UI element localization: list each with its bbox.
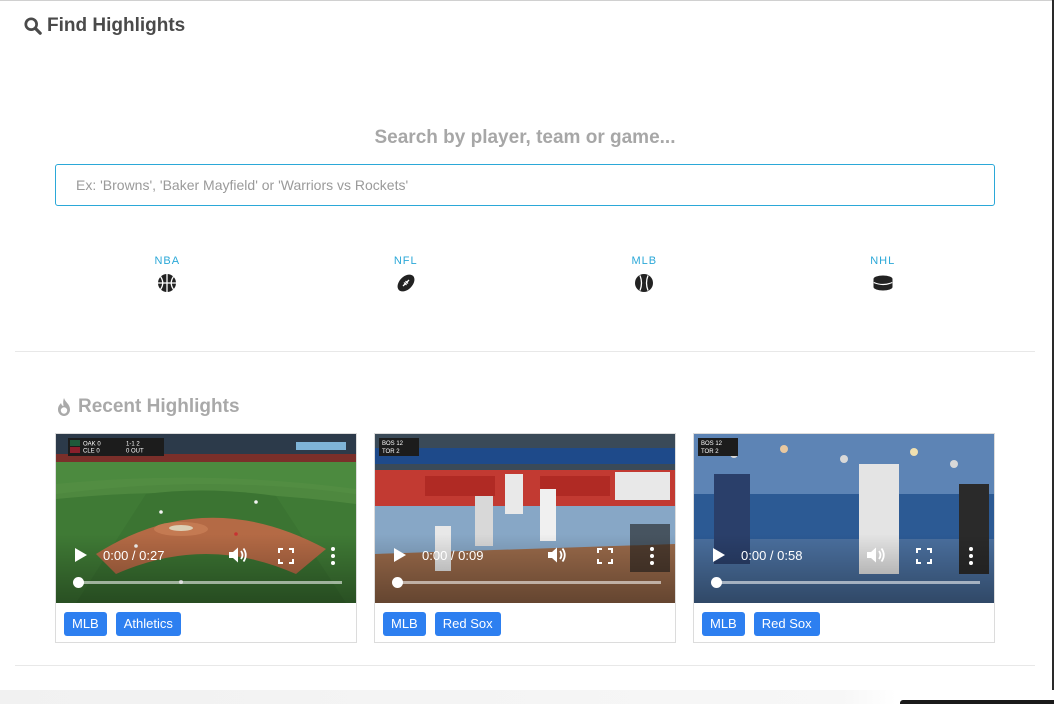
tag-league[interactable]: MLB bbox=[702, 612, 745, 636]
fullscreen-icon[interactable] bbox=[916, 548, 932, 564]
league-label: MLB bbox=[631, 255, 658, 267]
volume-icon[interactable] bbox=[228, 546, 248, 564]
svg-text:OAK 0: OAK 0 bbox=[83, 442, 101, 448]
play-icon[interactable] bbox=[712, 547, 726, 563]
tag-league[interactable]: MLB bbox=[383, 612, 426, 636]
progress-knob[interactable] bbox=[711, 577, 722, 588]
search-prompt: Search by player, team or game... bbox=[374, 127, 676, 148]
svg-text:BOS 12: BOS 12 bbox=[701, 441, 723, 447]
video-progress-bar[interactable] bbox=[392, 577, 661, 588]
league-label: NHL bbox=[870, 255, 896, 267]
svg-text:1-1 2: 1-1 2 bbox=[126, 442, 140, 448]
search-box bbox=[55, 164, 995, 206]
horizontal-scrollbar[interactable] bbox=[0, 690, 1054, 704]
league-mlb[interactable]: MLB bbox=[525, 255, 764, 293]
card-tags: MLB Red Sox bbox=[375, 603, 675, 636]
more-options-icon[interactable] bbox=[649, 546, 655, 566]
progress-knob[interactable] bbox=[392, 577, 403, 588]
tag-team[interactable]: Red Sox bbox=[753, 612, 820, 636]
fire-icon bbox=[58, 398, 70, 416]
section-divider bbox=[15, 665, 1035, 666]
play-icon[interactable] bbox=[74, 547, 88, 563]
hockey-puck-icon bbox=[873, 275, 893, 291]
video-controls: 0:00 / 0:09 bbox=[375, 534, 675, 603]
baseball-icon bbox=[635, 274, 654, 292]
league-nba[interactable]: NBA bbox=[48, 255, 287, 293]
video-progress-bar[interactable] bbox=[73, 577, 342, 588]
section-title: Recent Highlights bbox=[78, 396, 240, 417]
more-options-icon[interactable] bbox=[968, 546, 974, 566]
fullscreen-icon[interactable] bbox=[597, 548, 613, 564]
video-player[interactable]: OAK 0 CLE 0 1-1 2 0 OUT 0:00 / 0:27 bbox=[56, 434, 356, 603]
svg-text:BOS 12: BOS 12 bbox=[382, 441, 404, 447]
league-nhl[interactable]: NHL bbox=[764, 255, 1003, 293]
football-icon bbox=[397, 274, 415, 292]
video-controls: 0:00 / 0:27 bbox=[56, 534, 356, 603]
progress-knob[interactable] bbox=[73, 577, 84, 588]
highlight-card: OAK 0 CLE 0 1-1 2 0 OUT 0:00 / 0:27 MLB … bbox=[55, 433, 357, 643]
highlight-cards: OAK 0 CLE 0 1-1 2 0 OUT 0:00 / 0:27 MLB … bbox=[55, 433, 995, 643]
video-player[interactable]: BOS 12 TOR 2 0:00 / 0:58 bbox=[694, 434, 994, 603]
more-options-icon[interactable] bbox=[330, 546, 336, 566]
svg-text:0 OUT: 0 OUT bbox=[126, 449, 144, 455]
recent-highlights-header: Recent Highlights bbox=[55, 396, 240, 418]
highlight-card: BOS 12 TOR 2 0:00 / 0:58 MLB Red Sox bbox=[693, 433, 995, 643]
card-tags: MLB Athletics bbox=[56, 603, 356, 636]
svg-text:TOR 2: TOR 2 bbox=[701, 449, 719, 455]
video-progress-bar[interactable] bbox=[711, 577, 980, 588]
highlight-card: BOS 12 TOR 2 0:00 / 0:09 MLB Red Sox bbox=[374, 433, 676, 643]
video-time: 0:00 / 0:09 bbox=[422, 548, 484, 563]
league-nfl[interactable]: NFL bbox=[287, 255, 526, 293]
video-time: 0:00 / 0:27 bbox=[103, 548, 165, 563]
search-input[interactable] bbox=[56, 165, 994, 205]
scrollbar-thumb[interactable] bbox=[900, 700, 1054, 704]
tag-league[interactable]: MLB bbox=[64, 612, 107, 636]
video-controls: 0:00 / 0:58 bbox=[694, 534, 994, 603]
svg-text:CLE 0: CLE 0 bbox=[83, 449, 100, 455]
basketball-icon bbox=[158, 274, 177, 292]
play-icon[interactable] bbox=[393, 547, 407, 563]
top-border bbox=[0, 0, 1054, 1]
video-time: 0:00 / 0:58 bbox=[741, 548, 803, 563]
card-tags: MLB Red Sox bbox=[694, 603, 994, 636]
video-player[interactable]: BOS 12 TOR 2 0:00 / 0:09 bbox=[375, 434, 675, 603]
fullscreen-icon[interactable] bbox=[278, 548, 294, 564]
league-label: NBA bbox=[154, 255, 181, 267]
page-header: Find Highlights bbox=[24, 15, 185, 37]
volume-icon[interactable] bbox=[866, 546, 886, 564]
search-icon bbox=[24, 17, 42, 35]
section-divider bbox=[15, 351, 1035, 352]
tag-team[interactable]: Red Sox bbox=[434, 612, 501, 636]
svg-text:TOR 2: TOR 2 bbox=[382, 449, 400, 455]
page-title: Find Highlights bbox=[47, 15, 186, 36]
volume-icon[interactable] bbox=[547, 546, 567, 564]
league-label: NFL bbox=[393, 255, 418, 267]
tag-team[interactable]: Athletics bbox=[115, 612, 181, 636]
league-filter: NBA NFL MLB NHL bbox=[48, 255, 1002, 293]
